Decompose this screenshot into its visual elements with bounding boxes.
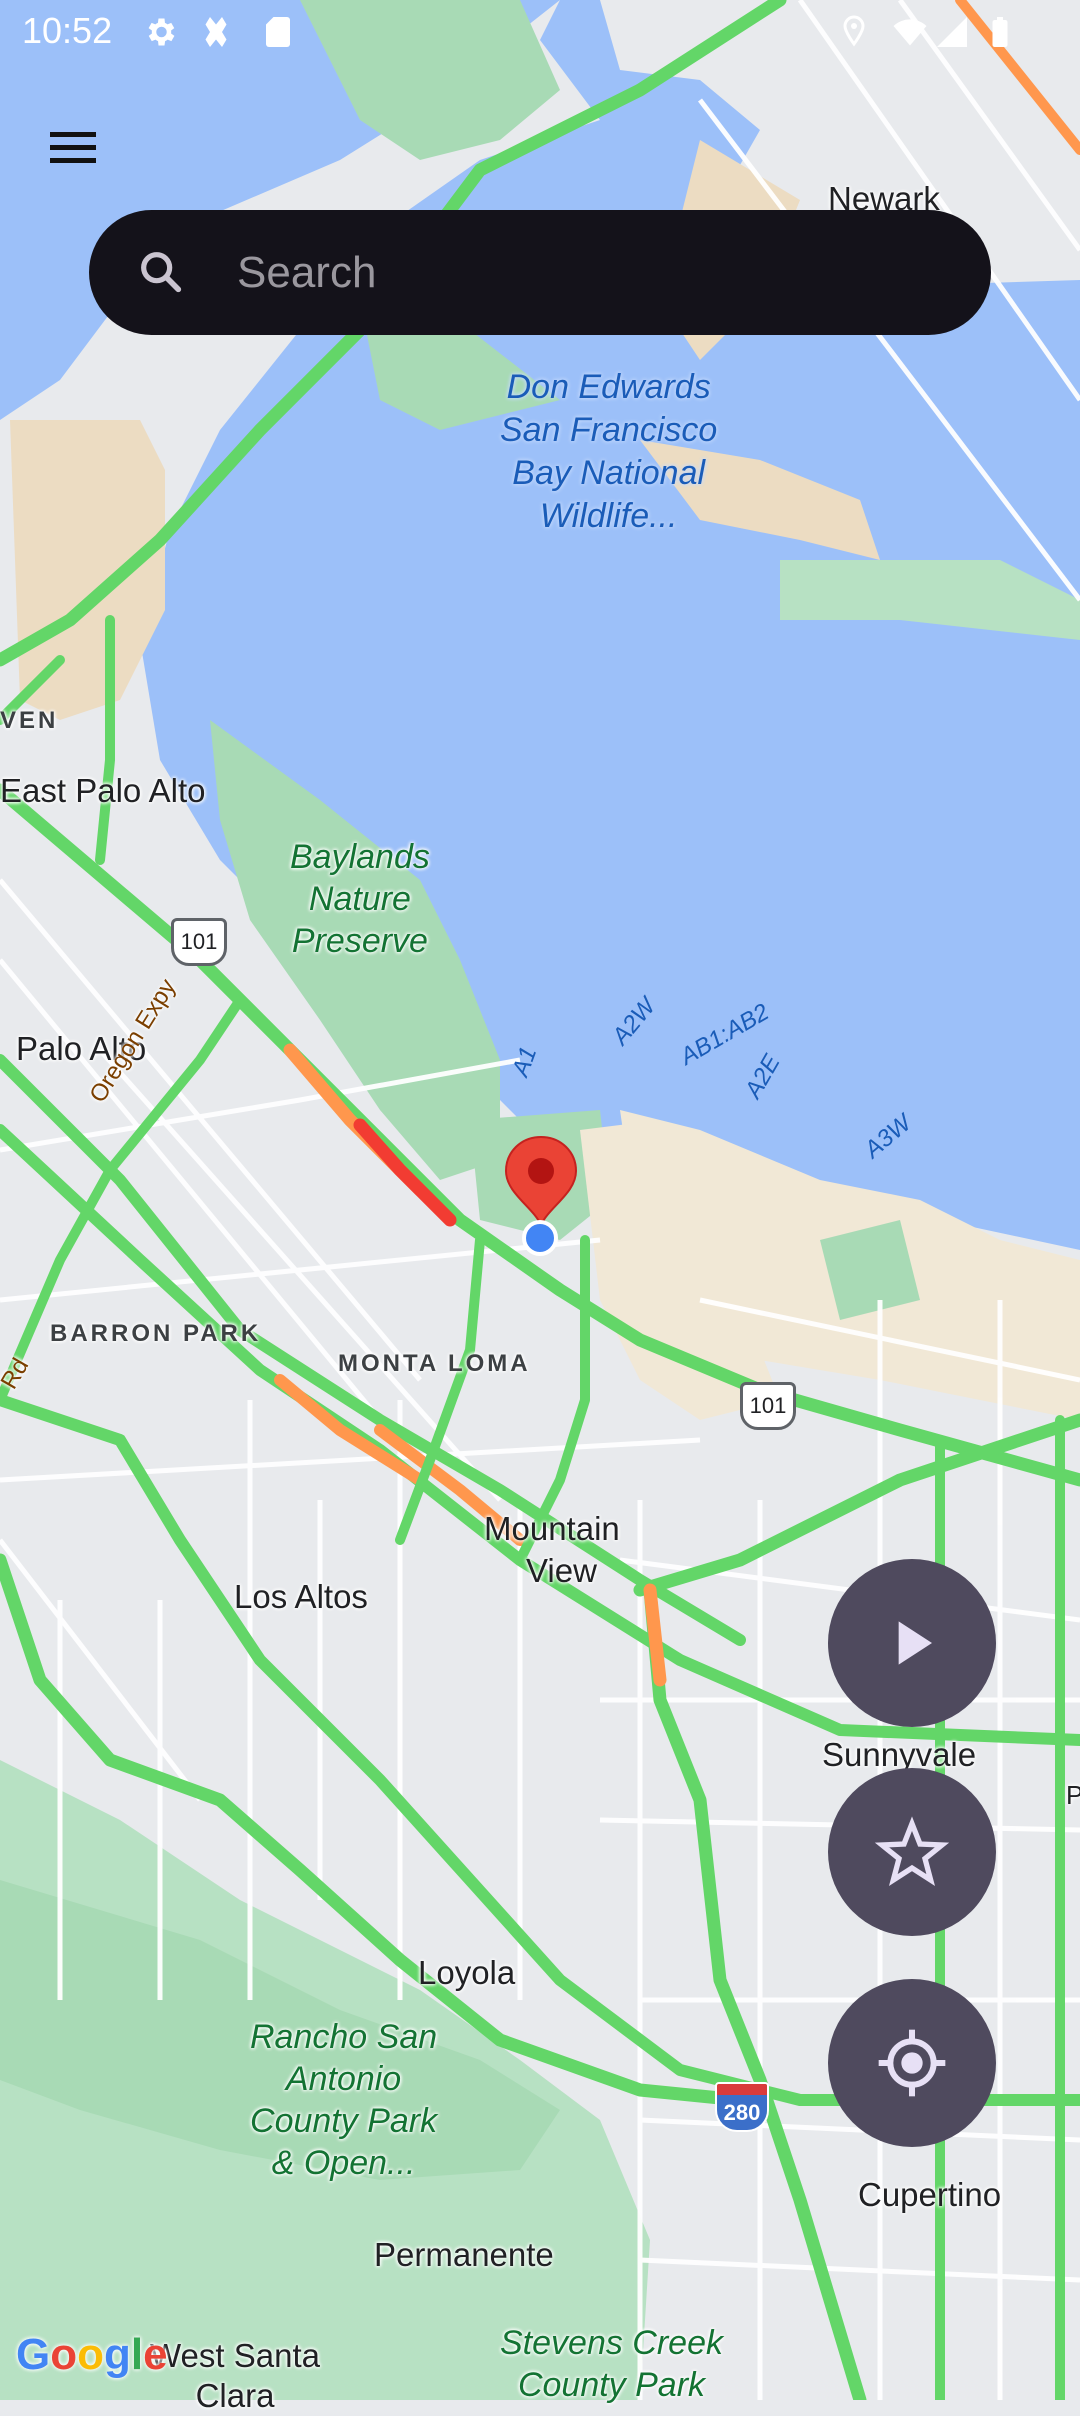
neighborhood-label-ven: VEN <box>0 707 59 734</box>
sim-toolkit-icon <box>205 17 227 47</box>
label-line: West Santa <box>150 2337 320 2374</box>
menu-line <box>50 158 96 163</box>
search-icon <box>141 252 182 293</box>
label-line: Nature <box>308 880 411 918</box>
status-bar: 10:52 <box>0 0 1080 64</box>
wifi-icon <box>893 19 927 46</box>
city-label-east-palo-alto: East Palo Alto <box>0 772 206 809</box>
city-label-loyola: Loyola <box>418 1954 516 1991</box>
gps-fixed-icon <box>878 2029 946 2097</box>
city-label-los-altos: Los Altos <box>234 1578 368 1615</box>
city-label-partial: P <box>1066 1780 1080 1810</box>
favorites-button[interactable] <box>828 1768 996 1936</box>
play-button[interactable] <box>828 1559 996 1727</box>
i-280-shield: 280 <box>715 2082 769 2132</box>
park-label-stevens-creek: Stevens Creek County Park <box>500 2322 723 2406</box>
map-pin-marker[interactable] <box>503 1135 579 1227</box>
city-label-view: View <box>526 1552 597 1589</box>
signal-icon <box>937 17 967 47</box>
city-label-cupertino: Cupertino <box>858 2176 1002 2213</box>
us-101-shield: 101 <box>740 1382 796 1430</box>
battery-icon <box>992 17 1008 47</box>
city-label-west-santa-clara: West Santa Clara <box>150 2336 320 2416</box>
label-line: Rancho San <box>250 2018 438 2056</box>
play-icon <box>898 1621 932 1665</box>
sd-card-icon <box>266 17 290 47</box>
label-line: Antonio <box>285 2060 402 2098</box>
city-label-permanente: Permanente <box>374 2236 554 2273</box>
label-line: Don Edwards <box>506 368 711 406</box>
search-input[interactable] <box>235 240 939 306</box>
current-location-dot <box>522 1220 558 1256</box>
label-line: Stevens Creek <box>500 2324 723 2362</box>
label-line: San Francisco <box>500 411 718 449</box>
label-line: & Open... <box>271 2144 416 2182</box>
label-line: Bay National <box>512 454 706 492</box>
park-label-baylands: Baylands Nature Preserve <box>290 836 430 962</box>
neighborhood-label-barron-park: BARRON PARK <box>50 1320 262 1347</box>
label-line: Wildlife... <box>539 497 678 535</box>
google-logo: Google <box>16 2330 168 2379</box>
park-label-rancho-san-antonio: Rancho San Antonio County Park & Open... <box>250 2016 437 2184</box>
city-label-mountain: Mountain <box>484 1510 620 1547</box>
label-line: Preserve <box>291 922 428 960</box>
location-icon <box>843 15 865 47</box>
gear-icon <box>148 18 175 46</box>
label-line: Baylands <box>290 838 430 876</box>
menu-line <box>50 132 96 137</box>
hamburger-menu-icon[interactable] <box>40 118 106 178</box>
park-label-don-edwards: Don Edwards San Francisco Bay National W… <box>500 366 717 538</box>
menu-line <box>50 145 96 150</box>
my-location-button[interactable] <box>828 1979 996 2147</box>
status-time: 10:52 <box>22 10 113 51</box>
label-line: Clara <box>195 2377 275 2414</box>
label-line: County Park <box>250 2102 438 2140</box>
star-outline-icon <box>874 1816 950 1886</box>
shield-top <box>717 2084 767 2095</box>
search-bar[interactable] <box>89 210 991 335</box>
shield-number: 280 <box>717 2095 767 2130</box>
neighborhood-label-monta-loma: MONTA LOMA <box>338 1350 531 1377</box>
right-water <box>760 280 1080 1250</box>
us-101-shield: 101 <box>171 918 227 966</box>
